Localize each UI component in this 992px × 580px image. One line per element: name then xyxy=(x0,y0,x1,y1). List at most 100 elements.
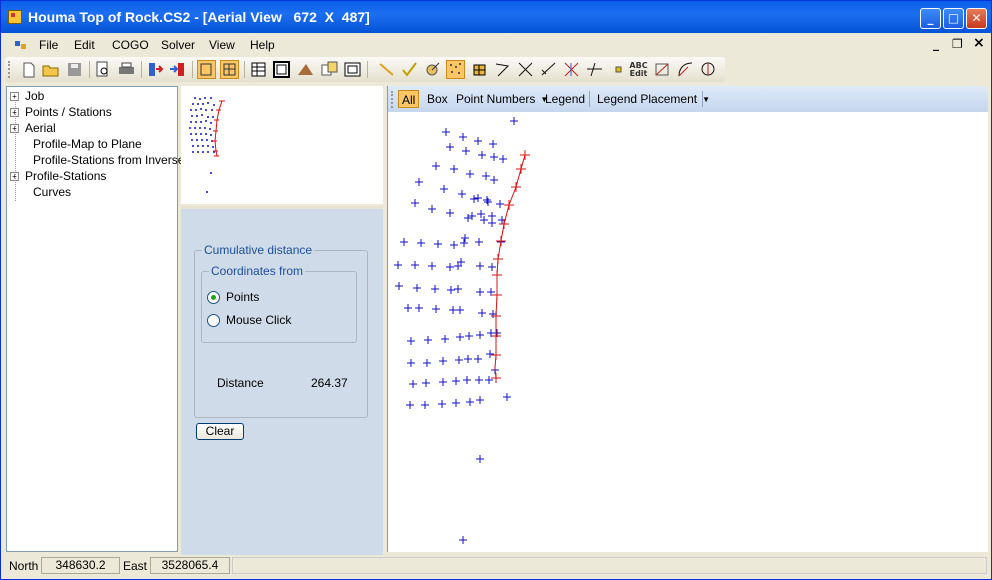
survey-point-marker xyxy=(463,376,471,384)
check-icon[interactable] xyxy=(400,60,419,79)
expand-icon[interactable]: + xyxy=(10,172,19,181)
expand-icon[interactable]: + xyxy=(10,108,19,117)
survey-point-marker xyxy=(411,199,419,207)
curve-icon[interactable] xyxy=(676,60,695,79)
points-icon[interactable] xyxy=(446,60,465,79)
overview-plot[interactable] xyxy=(181,86,383,204)
menu-help[interactable]: Help xyxy=(250,38,275,52)
abc-edit-icon[interactable]: ABC Edit xyxy=(629,60,648,79)
survey-point-marker xyxy=(415,304,423,312)
zoom-extent-icon[interactable] xyxy=(470,60,489,79)
survey-point-marker xyxy=(459,133,467,141)
survey-points xyxy=(394,117,518,544)
title-bar[interactable]: Houma Top of Rock.CS2 - [Aerial View 672… xyxy=(1,1,991,33)
survey-point-marker xyxy=(499,155,507,163)
legend-placement-dropdown[interactable]: Legend Placement ▼ xyxy=(594,90,713,108)
survey-point-marker xyxy=(432,162,440,170)
profile-icon[interactable] xyxy=(296,60,315,79)
expand-icon[interactable]: + xyxy=(10,92,19,101)
app-icon[interactable] xyxy=(8,10,22,24)
expand-icon[interactable]: + xyxy=(10,124,19,133)
distance-value: 264.37 xyxy=(311,376,348,390)
clear-button[interactable]: Clear xyxy=(196,423,244,440)
alignment-station-marker xyxy=(493,254,503,264)
coordinates-from-group: Coordinates from Points Mouse Click xyxy=(201,264,357,343)
aerial-plot[interactable] xyxy=(388,112,988,552)
mdi-restore-button[interactable]: ❐ xyxy=(952,37,963,51)
view-toolbar-separator xyxy=(589,91,590,107)
toggle-b-icon[interactable] xyxy=(220,60,239,79)
offset-icon[interactable] xyxy=(585,60,604,79)
open-folder-icon[interactable] xyxy=(41,60,60,79)
mdi-minimize-button[interactable]: _ xyxy=(933,37,939,51)
line-icon[interactable] xyxy=(377,60,396,79)
print-preview-icon[interactable] xyxy=(93,60,112,79)
survey-point-marker xyxy=(476,288,484,296)
box-button[interactable]: Box xyxy=(424,90,451,108)
survey-point-marker xyxy=(417,239,425,247)
new-document-icon[interactable] xyxy=(19,60,38,79)
mouse-click-radio[interactable] xyxy=(207,314,220,327)
all-button[interactable]: All xyxy=(398,90,420,108)
close-button[interactable]: ✕ xyxy=(966,8,987,29)
survey-point-marker xyxy=(470,195,478,203)
menu-cogo[interactable]: COGO xyxy=(112,38,149,52)
circle-icon[interactable] xyxy=(699,60,718,79)
overview-map[interactable] xyxy=(181,86,383,204)
tree-item-profile-map[interactable]: Profile-Map to Plane xyxy=(33,137,142,151)
target-icon[interactable] xyxy=(423,60,442,79)
menu-view[interactable]: View xyxy=(209,38,235,52)
mdi-close-button[interactable]: × xyxy=(973,35,985,51)
app-window: Houma Top of Rock.CS2 - [Aerial View 672… xyxy=(0,0,992,580)
intersect-icon[interactable] xyxy=(562,60,581,79)
tree-item-curves[interactable]: Curves xyxy=(33,185,71,199)
import-icon[interactable] xyxy=(146,60,165,79)
grid-table-icon[interactable] xyxy=(249,60,268,79)
alignment-station-marker xyxy=(496,236,506,246)
mouse-click-radio-label[interactable]: Mouse Click xyxy=(226,313,291,327)
survey-point-marker xyxy=(464,355,472,363)
save-icon[interactable] xyxy=(65,60,84,79)
view-toolbar-grip[interactable] xyxy=(391,91,396,108)
traverse-icon[interactable] xyxy=(653,60,672,79)
window-icon[interactable] xyxy=(343,60,362,79)
survey-point-marker xyxy=(424,336,432,344)
menu-file[interactable]: File xyxy=(39,38,58,52)
toolbar-grip[interactable] xyxy=(8,61,13,78)
document-icon[interactable] xyxy=(15,39,27,51)
survey-point-marker xyxy=(394,261,402,269)
tree-item-points-stations[interactable]: + Points / Stations xyxy=(10,105,112,119)
points-radio[interactable] xyxy=(207,291,220,304)
export-icon[interactable] xyxy=(168,60,187,79)
toggle-a-icon[interactable] xyxy=(197,60,216,79)
survey-point-marker xyxy=(454,285,462,293)
copy-view-icon[interactable] xyxy=(320,60,339,79)
survey-point-marker xyxy=(482,172,490,180)
survey-point-marker xyxy=(442,128,450,136)
points-radio-label[interactable]: Points xyxy=(226,290,259,304)
menu-edit[interactable]: Edit xyxy=(74,38,95,52)
point-icon[interactable] xyxy=(609,60,628,79)
aerial-view[interactable]: All Box Point Numbers ▼ Legend Legend Pla… xyxy=(387,86,988,552)
tree-item-profile-stations[interactable]: + Profile-Stations xyxy=(10,169,106,183)
survey-point-marker xyxy=(459,536,467,544)
legend-button[interactable]: Legend xyxy=(542,90,588,108)
maximize-button[interactable]: □ xyxy=(943,8,964,29)
cross-icon[interactable] xyxy=(516,60,535,79)
map-frame-icon[interactable] xyxy=(272,60,291,79)
angle-icon[interactable] xyxy=(493,60,512,79)
toolbar-separator xyxy=(89,61,90,78)
menu-solver[interactable]: Solver xyxy=(161,38,195,52)
survey-point-marker xyxy=(456,306,464,314)
survey-point-marker xyxy=(411,261,419,269)
print-icon[interactable] xyxy=(117,60,136,79)
point-numbers-dropdown[interactable]: Point Numbers ▼ xyxy=(453,90,551,108)
survey-point-marker xyxy=(468,212,476,220)
tree-item-aerial[interactable]: + Aerial xyxy=(10,121,56,135)
diagonal-icon[interactable] xyxy=(539,60,558,79)
survey-point-marker xyxy=(441,335,449,343)
minimize-button[interactable]: _ xyxy=(920,8,941,29)
tree-item-profile-stations-inverse[interactable]: Profile-Stations from Inverse xyxy=(33,153,184,167)
toolbar-separator xyxy=(192,61,193,78)
tree-item-job[interactable]: + Job xyxy=(10,89,44,103)
